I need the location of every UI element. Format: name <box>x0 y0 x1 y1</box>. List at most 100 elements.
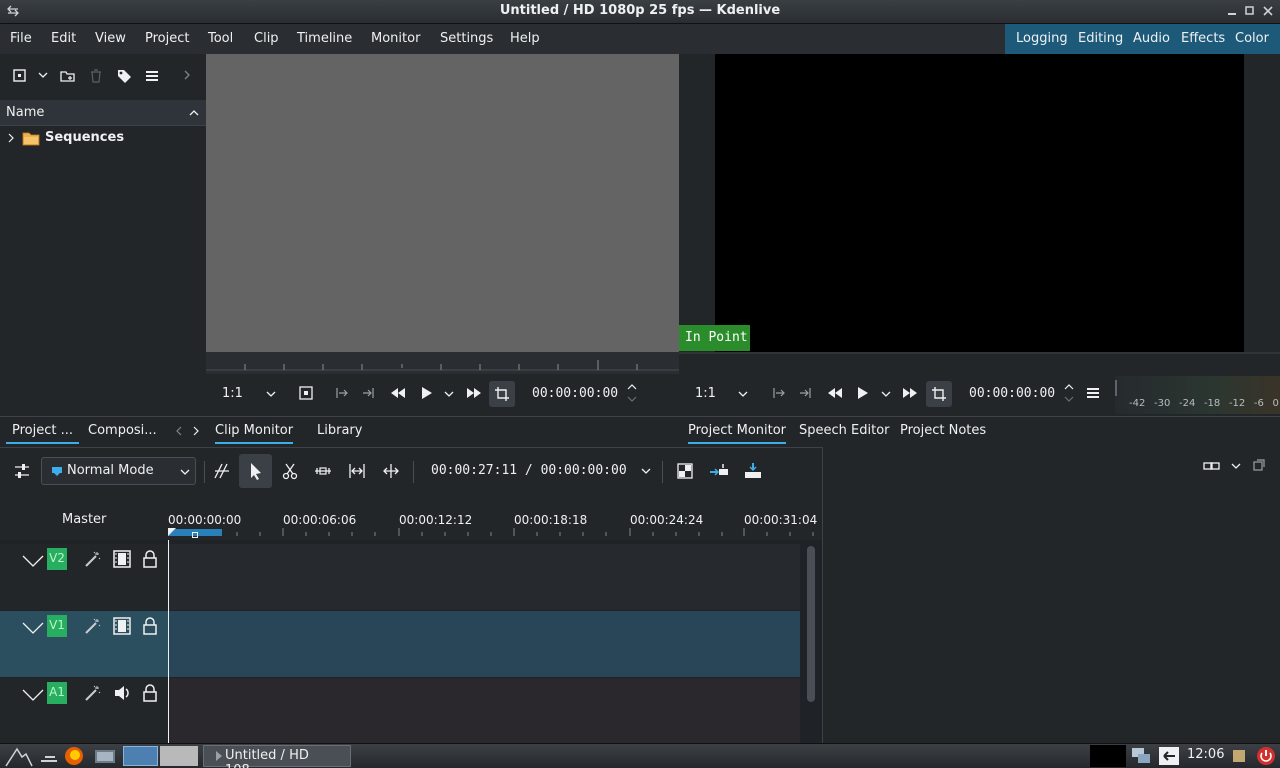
file-manager-icon[interactable] <box>94 747 116 765</box>
hamburger-menu-icon[interactable] <box>1085 385 1101 401</box>
collapse-chevron-icon[interactable] <box>22 688 44 702</box>
add-clip-icon[interactable] <box>11 67 29 85</box>
crop-button[interactable] <box>489 381 515 407</box>
play-icon[interactable] <box>854 385 870 401</box>
track-tag-v2[interactable]: V2 <box>47 548 67 570</box>
playhead-line[interactable] <box>168 540 169 743</box>
chevron-down-icon[interactable] <box>1229 459 1243 473</box>
layout-editing[interactable]: Editing <box>1078 31 1123 46</box>
film-icon[interactable] <box>112 616 132 636</box>
timecode-spin-icon[interactable] <box>1063 382 1075 404</box>
menu-file[interactable]: File <box>10 31 32 46</box>
float-panel-icon[interactable] <box>1252 458 1266 472</box>
slip-tool-icon[interactable] <box>382 462 400 480</box>
razor-tool-icon[interactable] <box>281 462 299 480</box>
speaker-icon[interactable] <box>112 683 132 703</box>
track-header-a1[interactable]: A1 <box>0 678 168 744</box>
chevron-down-icon[interactable] <box>879 387 893 401</box>
sort-chevron-up-icon[interactable] <box>187 106 201 120</box>
vertical-scrollbar[interactable] <box>807 546 815 702</box>
ripple-tool-icon[interactable] <box>348 462 366 480</box>
magic-wand-icon[interactable] <box>84 684 102 702</box>
chevron-left-icon[interactable] <box>173 424 185 438</box>
magic-wand-icon[interactable] <box>84 617 102 635</box>
project-zoom-select[interactable]: 1:1 <box>695 386 716 401</box>
split-view-icon[interactable] <box>676 462 694 480</box>
set-in-point-icon[interactable] <box>770 385 786 401</box>
chevron-down-icon[interactable] <box>736 387 750 401</box>
play-icon[interactable] <box>418 385 434 401</box>
collapse-chevron-icon[interactable] <box>22 554 44 568</box>
layout-logging[interactable]: Logging <box>1016 31 1068 46</box>
track-v1[interactable] <box>169 611 800 677</box>
layout-color[interactable]: Color <box>1235 31 1269 46</box>
collapse-chevron-icon[interactable] <box>22 621 44 635</box>
track-a1[interactable] <box>169 678 800 744</box>
expand-chevron-icon[interactable] <box>5 131 17 145</box>
delete-icon[interactable] <box>87 67 105 85</box>
tag-icon[interactable] <box>115 67 133 85</box>
magic-wand-icon[interactable] <box>84 550 102 568</box>
list-item[interactable]: Sequences <box>0 127 206 149</box>
set-out-point-icon[interactable] <box>361 385 377 401</box>
layout-effects[interactable]: Effects <box>1181 31 1225 46</box>
menu-tool[interactable]: Tool <box>208 31 233 46</box>
taskbar-task-kdenlive[interactable]: Untitled / HD 108... <box>203 745 351 768</box>
overwrite-icon[interactable] <box>743 462 763 480</box>
track-tag-v1[interactable]: V1 <box>47 615 67 637</box>
timecode-spin-icon[interactable] <box>626 382 638 404</box>
set-out-point-icon[interactable] <box>798 385 814 401</box>
switch-user-icon[interactable] <box>1158 746 1180 766</box>
clip-monitor-view[interactable] <box>206 54 679 352</box>
menu-timeline[interactable]: Timeline <box>297 31 352 46</box>
project-timecode[interactable]: 00:00:00:00 <box>969 386 1055 401</box>
track-header-v1[interactable]: V1 <box>0 611 168 677</box>
rewind-icon[interactable] <box>827 385 843 401</box>
layout-audio[interactable]: Audio <box>1133 31 1170 46</box>
start-menu-icon[interactable] <box>4 746 34 768</box>
tab-project-bin[interactable]: Project ... <box>6 423 80 444</box>
menu-edit[interactable]: Edit <box>51 31 76 46</box>
menu-settings[interactable]: Settings <box>440 31 493 46</box>
link-icon[interactable] <box>1203 459 1221 473</box>
workspace-1[interactable] <box>123 746 158 766</box>
bin-column-header[interactable]: Name <box>0 100 206 126</box>
project-monitor-ruler[interactable] <box>679 352 1280 374</box>
tab-project-notes[interactable]: Project Notes <box>900 423 986 438</box>
clip-zoom-select[interactable]: 1:1 <box>222 386 243 401</box>
rewind-icon[interactable] <box>390 385 406 401</box>
timeline-ruler[interactable]: Master 00:00:00:00 00:00:06:06 00:00:12:… <box>0 494 822 540</box>
set-in-point-icon[interactable] <box>333 385 349 401</box>
menu-monitor[interactable]: Monitor <box>371 31 420 46</box>
minimize-icon[interactable] <box>1226 5 1238 17</box>
chevron-down-icon[interactable] <box>264 387 278 401</box>
hamburger-menu-icon[interactable] <box>143 67 161 85</box>
volume-icon[interactable] <box>1229 746 1249 766</box>
tab-clip-monitor[interactable]: Clip Monitor <box>215 423 294 444</box>
razor-all-icon[interactable] <box>213 462 231 480</box>
clip-monitor-ruler[interactable] <box>206 352 679 374</box>
maximize-icon[interactable] <box>1244 5 1256 17</box>
lock-icon[interactable] <box>141 549 159 569</box>
spacer-tool-icon[interactable] <box>314 462 332 480</box>
master-label[interactable]: Master <box>62 512 106 527</box>
chevron-down-icon[interactable] <box>36 68 54 86</box>
network-icon[interactable] <box>1130 746 1152 766</box>
chevron-right-icon[interactable] <box>180 68 198 86</box>
chevron-down-icon[interactable] <box>442 387 456 401</box>
fit-frame-icon[interactable] <box>298 385 314 401</box>
show-desktop-icon[interactable] <box>40 749 58 765</box>
lock-icon[interactable] <box>141 683 159 703</box>
menu-view[interactable]: View <box>95 31 126 46</box>
menu-clip[interactable]: Clip <box>254 31 279 46</box>
close-icon[interactable] <box>1262 5 1274 17</box>
power-icon[interactable] <box>1256 746 1276 766</box>
insert-icon[interactable] <box>709 462 729 480</box>
workspace-2[interactable] <box>160 746 198 766</box>
track-tag-a1[interactable]: A1 <box>47 682 67 704</box>
chevron-down-icon[interactable] <box>639 464 653 478</box>
timeline-position[interactable]: 00:00:27:11 / 00:00:00:00 <box>431 463 627 478</box>
menu-help[interactable]: Help <box>510 31 540 46</box>
tab-speech-editor[interactable]: Speech Editor <box>799 423 890 438</box>
tab-compositions[interactable]: Composi... <box>88 423 157 438</box>
